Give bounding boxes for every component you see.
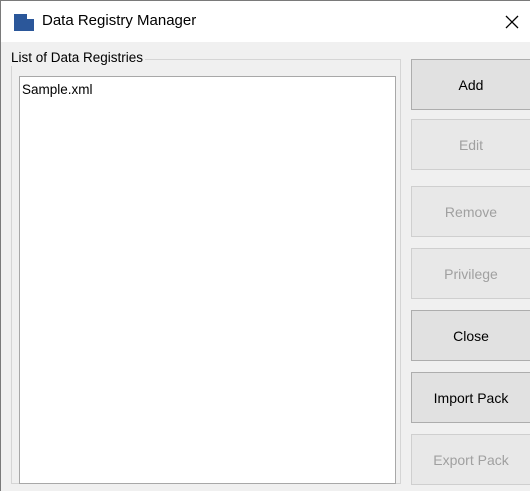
remove-button[interactable]: Remove	[411, 186, 530, 237]
privilege-button[interactable]: Privilege	[411, 248, 530, 299]
data-registry-manager-window: Data Registry Manager List of Data Regis…	[0, 0, 530, 491]
title-bar: Data Registry Manager	[1, 1, 530, 42]
registries-group-label: List of Data Registries	[9, 50, 146, 66]
close-window-button[interactable]	[498, 9, 526, 35]
app-icon	[14, 14, 34, 31]
import-pack-button[interactable]: Import Pack	[411, 372, 530, 423]
window-title: Data Registry Manager	[42, 12, 197, 29]
export-pack-button[interactable]: Export Pack	[411, 434, 530, 485]
close-button[interactable]: Close	[411, 310, 530, 361]
close-icon	[505, 15, 519, 29]
registries-list[interactable]: Sample.xml	[19, 76, 396, 484]
add-button[interactable]: Add	[411, 59, 530, 110]
list-item[interactable]: Sample.xml	[22, 82, 93, 97]
edit-button[interactable]: Edit	[411, 119, 530, 170]
